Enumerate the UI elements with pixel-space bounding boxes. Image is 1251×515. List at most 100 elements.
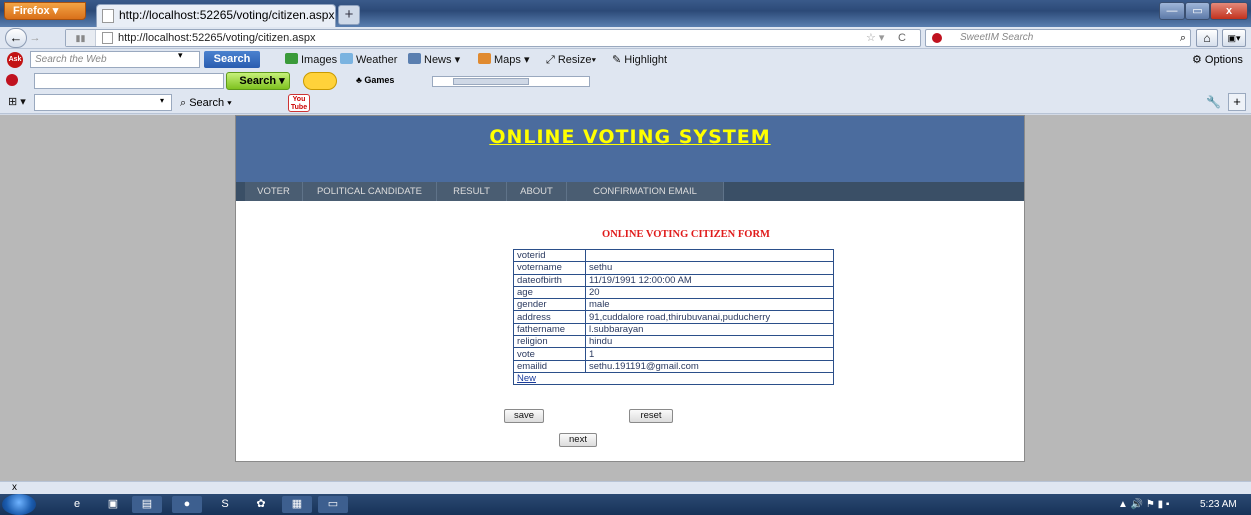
resize-button[interactable]: ⤢ Resize▾ — [546, 52, 596, 68]
menu-confirmation-email[interactable]: CONFIRMATION EMAIL — [567, 182, 724, 201]
paint-icon[interactable]: ✿ — [246, 496, 276, 513]
citizen-details-table: voterid votername sethu dateofbirth 11/19/… — [513, 248, 834, 386]
clock[interactable]: 5:23 AM — [1200, 494, 1237, 515]
options-label: Options — [1204, 54, 1243, 66]
home-button[interactable]: ⌂ — [1196, 29, 1218, 47]
smiley-icon[interactable] — [303, 72, 337, 90]
browser-search-box[interactable]: SweetIM Search ⌕ — [925, 29, 1191, 47]
close-statusbar-icon[interactable]: x — [12, 482, 17, 493]
new-link[interactable]: New — [513, 371, 834, 386]
internet-explorer-icon[interactable]: e — [62, 496, 92, 513]
search-icon[interactable]: ⌕ — [1180, 30, 1186, 46]
highlight-button[interactable]: ✎ Highlight — [612, 52, 667, 68]
start-button[interactable] — [2, 494, 36, 515]
toolbar-search-button[interactable]: ⌕ Search ▾ — [180, 95, 232, 111]
window-title-bar: Firefox ▾ http://localhost:52265/voting/… — [0, 0, 1251, 27]
ask-search-button[interactable]: Search — [204, 51, 260, 68]
images-button[interactable]: Images — [285, 52, 337, 68]
add-button[interactable]: + — [1228, 93, 1246, 111]
maps-button[interactable]: Maps ▾ — [478, 52, 529, 68]
menu-result[interactable]: RESULT — [437, 182, 507, 201]
field-label: gender — [513, 298, 586, 312]
ask-dropdown-icon[interactable]: ▾ — [178, 50, 183, 61]
field-label: votername — [513, 261, 586, 275]
site-title: ONLINE VOTING SYSTEM — [489, 126, 771, 148]
field-label: address — [513, 310, 586, 324]
site-menu-bar: VOTER POLITICAL CANDIDATE RESULT ABOUT C… — [236, 182, 1024, 201]
images-icon — [285, 53, 298, 64]
page-icon — [102, 9, 114, 23]
page-container: ONLINE VOTING SYSTEM VOTER POLITICAL CAN… — [235, 115, 1025, 462]
table-row: New — [513, 371, 834, 386]
media-player-icon[interactable]: ▣ — [98, 496, 128, 513]
toolbar-search-label: Search — [189, 97, 225, 109]
table-row: gender male — [513, 298, 834, 312]
window-icon[interactable]: ▭ — [318, 496, 348, 513]
search-engine-icon[interactable] — [932, 33, 942, 43]
reset-button[interactable]: reset — [629, 409, 673, 423]
maximize-button[interactable]: ▭ — [1185, 2, 1210, 20]
field-label: vote — [513, 347, 586, 361]
url-text[interactable]: http://localhost:52265/voting/citizen.as… — [118, 30, 316, 46]
minimize-button[interactable]: — — [1159, 2, 1185, 20]
toolbar-search-input[interactable] — [34, 94, 172, 111]
table-row: voterid — [513, 248, 834, 263]
sweetim-search-label: Search — [239, 75, 277, 87]
save-button[interactable]: save — [504, 409, 544, 423]
sweetim-icon[interactable] — [6, 74, 18, 86]
close-window-button[interactable]: x — [1210, 2, 1248, 20]
slider-thumb[interactable] — [453, 78, 529, 85]
field-label: dateofbirth — [513, 273, 586, 287]
resize-label: Resize — [557, 54, 592, 66]
youtube-icon[interactable]: You Tube — [288, 94, 310, 112]
news-button[interactable]: News ▾ — [408, 52, 460, 68]
weather-button[interactable]: Weather — [340, 52, 397, 68]
table-row: dateofbirth 11/19/1991 12:00:00 AM — [513, 273, 834, 287]
site-identity-icon[interactable]: ▮▮ — [66, 30, 96, 46]
system-tray[interactable]: ▲ 🔊 ⚑ ▮ ▪ — [1118, 494, 1169, 515]
next-button[interactable]: next — [559, 433, 597, 447]
app-icon[interactable]: ▦ — [282, 496, 312, 513]
menu-voter[interactable]: VOTER — [245, 182, 303, 201]
firefox-menu-button[interactable]: Firefox ▾ — [4, 2, 86, 20]
field-value: male — [585, 298, 834, 312]
field-label: emailid — [513, 359, 586, 373]
add-toolbar-button[interactable]: ⊞ ▾ — [8, 94, 26, 110]
new-tab-button[interactable]: + — [338, 5, 360, 25]
menu-political-candidate[interactable]: POLITICAL CANDIDATE — [303, 182, 437, 201]
wrench-icon[interactable]: 🔧 — [1206, 95, 1221, 109]
options-icon: ⚙ — [1192, 54, 1205, 66]
tray-icons[interactable]: ▲ 🔊 ⚑ ▮ ▪ — [1118, 499, 1169, 510]
firefox-icon[interactable]: ● — [172, 496, 202, 513]
highlight-label: Highlight — [624, 54, 668, 66]
firefox-menu-label: Firefox — [13, 5, 50, 17]
sweetim-search-input[interactable] — [34, 73, 224, 89]
search-placeholder: SweetIM Search — [960, 32, 1034, 43]
images-label: Images — [301, 54, 338, 66]
toolbar-dropdown-icon[interactable]: ▾ — [160, 96, 164, 105]
weather-icon — [340, 53, 353, 64]
field-label: fathername — [513, 322, 586, 337]
forward-button[interactable]: → — [27, 30, 43, 46]
bookmark-star-icon[interactable]: ☆ ▾ — [866, 30, 884, 46]
sweetim-search-button[interactable]: Search ▾ — [226, 72, 290, 90]
ask-search-input[interactable]: Search the Web — [30, 51, 200, 68]
field-value: 91,cuddalore road,thirubuvanai,puducherr… — [585, 310, 834, 324]
browser-tab[interactable]: http://localhost:52265/voting/citizen.as… — [96, 4, 336, 27]
field-value: 20 — [585, 285, 834, 300]
toolbar-scroll-slider[interactable] — [432, 76, 590, 87]
bookmarks-menu-button[interactable]: ▣▾ — [1222, 29, 1246, 47]
extra-toolbar: ⊞ ▾ ▾ ⌕ Search ▾ You Tube 🔧 + — [0, 92, 1251, 114]
maps-label: Maps — [494, 54, 521, 66]
home-icon: ⌂ — [1203, 31, 1211, 45]
back-button[interactable]: ← — [5, 28, 27, 48]
news-label: News — [424, 54, 452, 66]
menu-about[interactable]: ABOUT — [507, 182, 567, 201]
games-button[interactable]: ♣ Games — [356, 75, 394, 85]
table-row: votername sethu — [513, 261, 834, 275]
explorer-icon[interactable]: ▤ — [132, 496, 162, 513]
reload-icon[interactable]: C — [898, 30, 906, 46]
skype-icon[interactable]: S — [210, 496, 240, 513]
ask-logo-icon[interactable]: Ask — [7, 52, 23, 68]
url-bar[interactable]: ▮▮ http://localhost:52265/voting/citizen… — [65, 29, 921, 47]
